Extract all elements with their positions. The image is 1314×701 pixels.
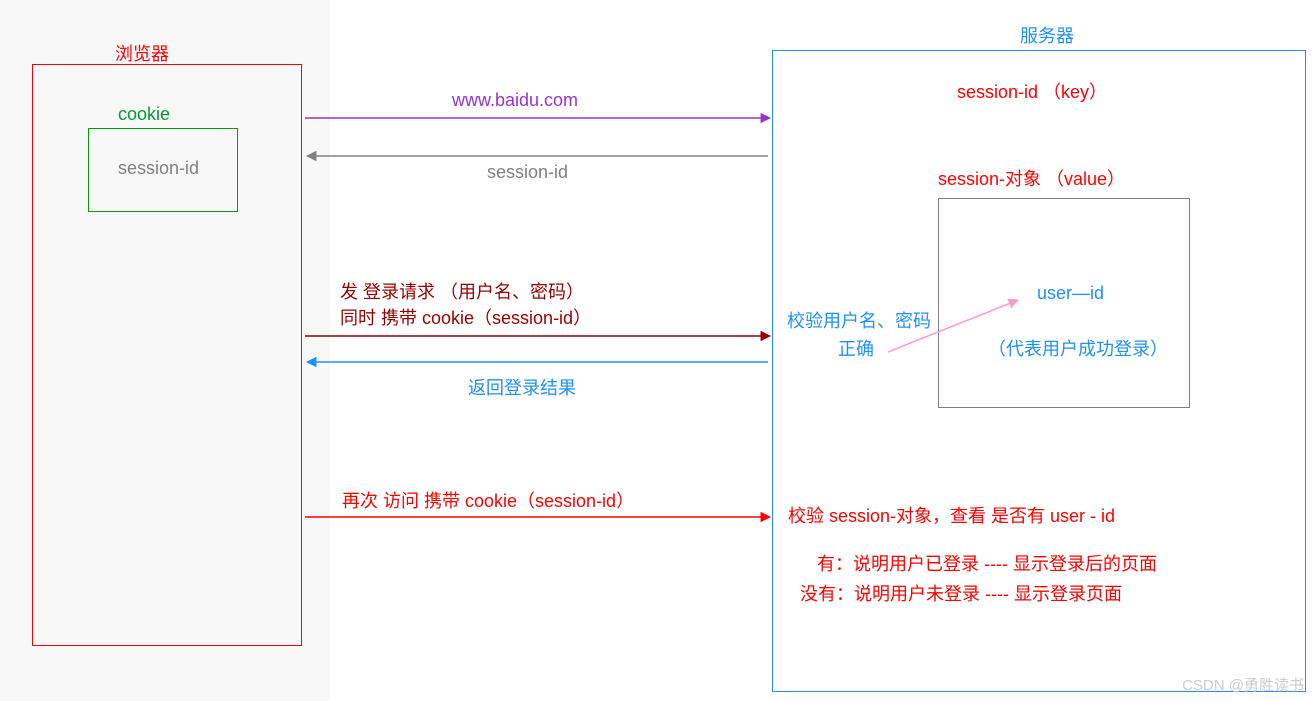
- arrow4-label: 返回登录结果: [468, 374, 576, 400]
- session-value-label: session-对象 （value）: [938, 165, 1125, 191]
- watermark: CSDN @勇胜读书: [1182, 674, 1304, 695]
- session-key-label: session-id （key）: [957, 78, 1107, 104]
- check-line: 校验 session-对象，查看 是否有 user - id: [788, 502, 1115, 528]
- verify-label-2: 正确: [838, 335, 874, 361]
- has-line: 有：说明用户已登录 ---- 显示登录后的页面: [817, 550, 1157, 576]
- user-id-label: user—id: [1037, 283, 1104, 304]
- user-id-note: （代表用户成功登录）: [988, 335, 1168, 361]
- arrow1-label: www.baidu.com: [452, 90, 578, 111]
- server-title: 服务器: [1020, 22, 1074, 48]
- cookie-label: cookie: [118, 104, 170, 125]
- arrow3-label-2: 同时 携带 cookie（session-id）: [340, 304, 591, 330]
- arrow2-label: session-id: [487, 162, 568, 183]
- not-line: 没有：说明用户未登录 ---- 显示登录页面: [800, 580, 1122, 606]
- arrow3-label-1: 发 登录请求 （用户名、密码）: [340, 278, 584, 304]
- arrow5-label: 再次 访问 携带 cookie（session-id）: [342, 487, 634, 513]
- cookie-value: session-id: [118, 158, 199, 179]
- browser-title: 浏览器: [115, 40, 169, 66]
- verify-label-1: 校验用户名、密码: [787, 307, 931, 333]
